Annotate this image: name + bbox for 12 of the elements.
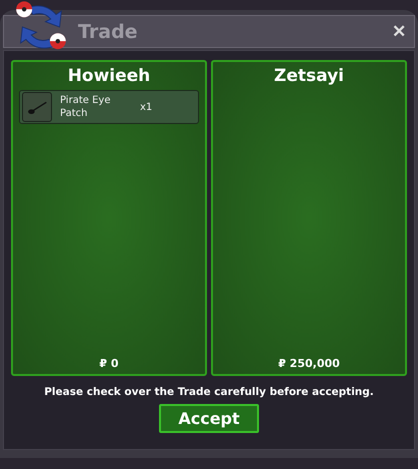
- close-button[interactable]: ✕: [390, 21, 408, 42]
- item-name: Pirate Eye Patch: [60, 94, 112, 120]
- window-title: Trade: [78, 20, 138, 42]
- trader-name: Zetsayi: [274, 66, 344, 86]
- money-amount: ₽ 0: [99, 357, 119, 370]
- trader-name: Howieeh: [68, 66, 150, 86]
- notice-text: Please check over the Trade carefully before accepting.: [44, 386, 374, 398]
- item-slot[interactable]: Pirate Eye Patch x1: [19, 90, 199, 124]
- accept-button[interactable]: Accept: [159, 404, 259, 433]
- eye-patch-icon: [22, 92, 52, 122]
- item-quantity: x1: [140, 102, 152, 112]
- money-amount: ₽ 250,000: [278, 357, 340, 370]
